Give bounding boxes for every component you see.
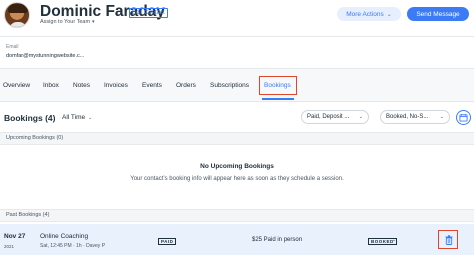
payment-info: $25 Paid in person <box>252 237 303 243</box>
add-booking-calendar-button[interactable] <box>456 110 471 125</box>
status-filter-label: Booked, No-S... <box>386 114 429 120</box>
more-actions-button[interactable]: More Actions ⌄ <box>337 7 401 21</box>
chevron-down-icon: ⌄ <box>439 114 444 120</box>
tab-subscriptions[interactable]: Subscriptions <box>210 82 249 89</box>
trash-icon <box>445 234 453 245</box>
tab-invoices[interactable]: Invoices <box>104 82 128 89</box>
payment-filter-dropdown[interactable]: Paid, Deposit ... ⌄ <box>301 110 369 124</box>
header-divider <box>0 36 474 37</box>
past-bookings-label: Past Bookings (4) <box>6 212 50 218</box>
email-label: Email <box>6 44 19 50</box>
email-value[interactable]: domfar@mystunningwebsite.c... <box>6 53 84 59</box>
tab-events[interactable]: Events <box>142 82 162 89</box>
booking-date: Nov 27 <box>4 233 26 240</box>
time-filter-label: All Time <box>62 114 86 121</box>
booking-service: Online Coaching <box>40 233 89 240</box>
empty-state-message: Your contact’s booking info will appear … <box>130 176 344 182</box>
bookings-title: Bookings (4) <box>4 113 56 123</box>
booking-details: Sat, 12:45 PM · 1h · Davey P <box>40 243 106 249</box>
more-actions-label: More Actions <box>346 10 384 18</box>
active-tab-indicator <box>262 98 294 100</box>
tab-bar: Overview Inbox Notes Invoices Events Ord… <box>0 68 474 102</box>
tab-inbox[interactable]: Inbox <box>43 82 59 89</box>
edit-contact-link[interactable]: Edit Contact <box>129 8 168 18</box>
past-bookings-header: Past Bookings (4) <box>0 209 474 222</box>
payment-filter-label: Paid, Deposit ... <box>307 114 350 120</box>
payment-status-badge: PAID <box>158 238 177 245</box>
send-message-button[interactable]: Send Message <box>407 7 469 21</box>
chevron-down-icon: ▾ <box>92 19 95 25</box>
status-filter-dropdown[interactable]: Booked, No-S... ⌄ <box>380 110 450 124</box>
chevron-down-icon: ⌄ <box>358 114 363 120</box>
booking-year: 2021 <box>4 244 15 249</box>
empty-state-title: No Upcoming Bookings <box>200 163 274 170</box>
chevron-down-icon: ⌄ <box>386 11 392 18</box>
chevron-down-icon: ⌄ <box>88 115 93 121</box>
time-filter-dropdown[interactable]: All Time ⌄ <box>62 114 92 121</box>
calendar-icon <box>459 113 468 122</box>
assign-team-dropdown[interactable]: Assign to Your Team ▾ <box>40 19 95 25</box>
upcoming-bookings-label: Upcoming Bookings (0) <box>6 135 64 141</box>
upcoming-bookings-header: Upcoming Bookings (0) <box>0 132 474 145</box>
tab-orders[interactable]: Orders <box>176 82 196 89</box>
chevron-down-icon[interactable]: ⌄ <box>392 237 396 243</box>
tab-overview[interactable]: Overview <box>3 82 30 89</box>
assign-team-label: Assign to Your Team <box>40 19 91 25</box>
tab-notes[interactable]: Notes <box>73 82 90 89</box>
delete-booking-button[interactable] <box>443 233 455 246</box>
contact-avatar <box>4 2 30 28</box>
booking-row[interactable]: Nov 27 2021 Online Coaching Sat, 12:45 P… <box>0 224 474 255</box>
bookings-tab-highlight <box>259 76 297 95</box>
